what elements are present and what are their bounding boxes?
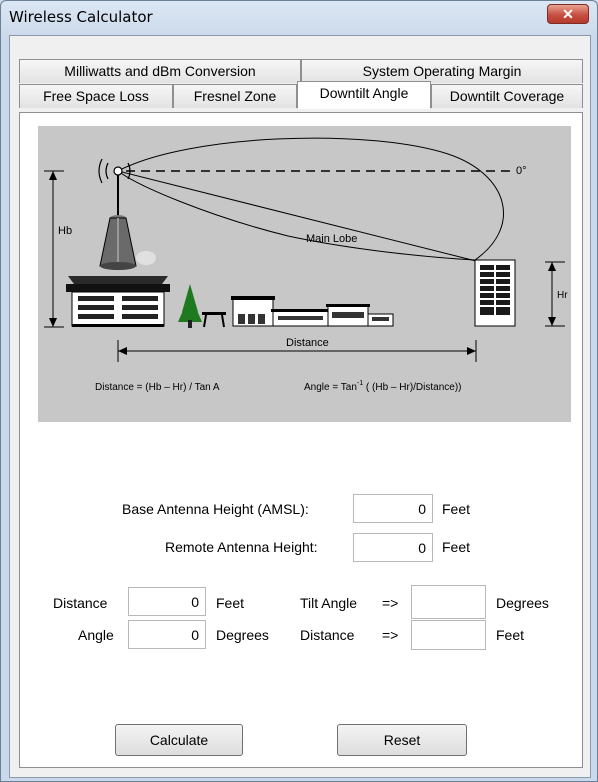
base-height-input[interactable] [353,494,433,523]
hr-label: Hr [557,290,568,301]
close-button[interactable]: ✕ [547,4,589,24]
remote-height-input[interactable] [353,533,433,562]
tilt-angle-output[interactable] [411,585,486,619]
base-height-label: Base Antenna Height (AMSL): [122,501,309,517]
angle-input-label: Angle [78,627,114,643]
hb-label: Hb [58,225,72,237]
tab-downtilt-coverage[interactable]: Downtilt Coverage [431,84,583,108]
distance-input[interactable] [128,587,206,616]
tab-downtilt-angle[interactable]: Downtilt Angle [297,81,431,109]
close-icon: ✕ [562,6,574,22]
tab-fresnel-zone[interactable]: Fresnel Zone [173,84,297,108]
base-building-icon [66,276,170,327]
tab-free-space-loss[interactable]: Free Space Loss [19,84,173,108]
main-lobe-label: Main Lobe [306,233,357,245]
distance-output-label: Distance [300,627,355,643]
tree-icon [178,284,202,328]
angle-input-unit: Degrees [216,627,269,643]
remote-height-label: Remote Antenna Height: [165,539,318,555]
angle-input[interactable] [128,620,206,649]
building-icon [474,259,516,327]
zero-degree-label: 0° [516,165,527,177]
base-height-unit: Feet [442,501,471,517]
distance-label: Distance [286,337,329,349]
calculate-button[interactable]: Calculate [115,724,243,756]
downtilt-diagram: Hb Hr 0° Main Lobe Distance Distance = (… [38,126,571,422]
tab-system-operating-margin[interactable]: System Operating Margin [301,59,583,83]
title-bar[interactable]: Wireless Calculator ✕ [1,1,597,35]
window-title: Wireless Calculator [9,8,153,26]
tilt-angle-unit: Degrees [496,595,549,611]
distance-formula: Distance = (Hb – Hr) / Tan A [95,382,220,393]
angle-formula: Angle = Tan-1 ( (Hb – Hr)/Distance)) [304,380,462,393]
distance-input-label: Distance [53,595,108,611]
reset-button[interactable]: Reset [337,724,467,756]
tilt-angle-label: Tilt Angle [300,595,358,611]
tower-icon [99,215,156,270]
remote-height-unit: Feet [442,539,471,555]
downtilt-beam [117,170,477,262]
distance-output-arrow: => [382,627,399,643]
low-buildings-icon [231,296,394,327]
bench-icon [202,312,226,328]
distance-input-unit: Feet [216,595,245,611]
distance-output-unit: Feet [496,627,525,643]
distance-output[interactable] [411,620,486,650]
tab-milliwatts-dbm[interactable]: Milliwatts and dBm Conversion [19,59,301,83]
tilt-angle-arrow: => [382,595,399,611]
diagram-svg: Hb Hr 0° Main Lobe Distance Distance = (… [44,137,568,393]
